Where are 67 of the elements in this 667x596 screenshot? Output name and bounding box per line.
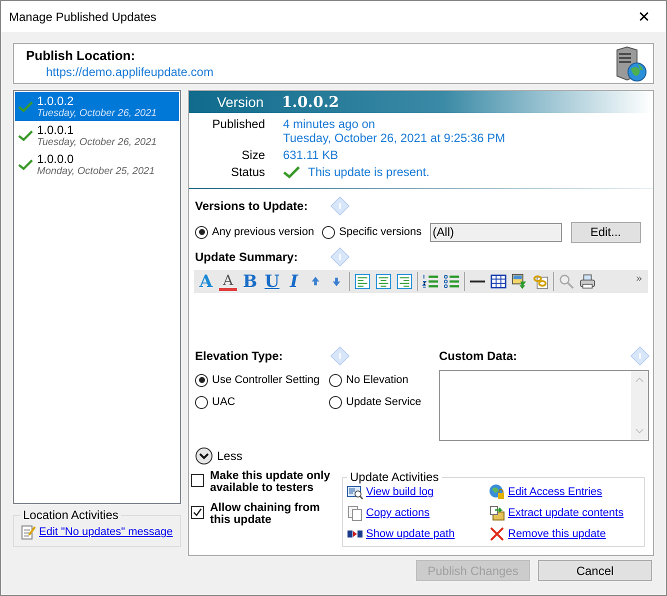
less-label[interactable]: Less [217, 449, 242, 463]
notepad-icon [20, 524, 36, 540]
location-activities-title: Location Activities [22, 508, 120, 522]
section-label: Elevation Type: [195, 349, 284, 363]
radio-option[interactable]: Update Service [329, 391, 425, 413]
align-right-icon[interactable] [396, 273, 413, 290]
activity-link[interactable]: Edit Access Entries [508, 486, 602, 498]
detail-label: Published [211, 117, 266, 133]
section-label: Update Summary: [195, 250, 299, 264]
detail-value: This update is present. [308, 165, 430, 179]
section-label: Versions to Update: [195, 199, 309, 213]
detail-label: Size [240, 148, 266, 162]
detail-value: 631.11 KB [283, 148, 338, 162]
access-icon [489, 484, 505, 500]
checkmark-icon [192, 507, 203, 518]
underline-button[interactable]: U [263, 272, 281, 290]
radio-option[interactable]: Specific versions [322, 221, 422, 243]
remove-icon [489, 526, 505, 542]
checkbox-option[interactable]: Make this update only available to testers [191, 470, 337, 494]
edit-button[interactable]: Edit... [570, 222, 641, 242]
align-center-icon[interactable] [375, 273, 392, 290]
detail-value: 4 minutes ago on [283, 117, 376, 131]
activity-link[interactable]: View build log [366, 486, 434, 498]
link-icon[interactable] [532, 273, 549, 290]
print-icon[interactable] [579, 273, 596, 290]
log-icon [347, 484, 363, 500]
activity-link[interactable]: Remove this update [508, 528, 606, 540]
font-color-button[interactable]: A [219, 272, 237, 290]
version-list-item[interactable]: 1.0.0.2 Tuesday, October 26, 2021 [15, 92, 179, 121]
close-button[interactable]: ✕ [622, 2, 666, 32]
bullet-list-icon[interactable] [443, 273, 460, 290]
radio-option[interactable]: UAC [195, 391, 321, 413]
versions-field[interactable]: (All) [430, 222, 562, 242]
version-number: 1.0.0.2 [282, 93, 340, 111]
bold-button[interactable]: B [241, 272, 259, 290]
update-activities-title: Update Activities [349, 470, 440, 484]
detail-label: Status [230, 165, 266, 179]
dialog-button[interactable]: Cancel [538, 560, 652, 581]
more-button[interactable]: » [634, 270, 644, 288]
edit-message-link[interactable]: Edit "No updates" message [39, 526, 173, 538]
activity-link[interactable]: Show update path [366, 528, 455, 540]
activity-link[interactable]: Extract update contents [508, 507, 624, 519]
window-title: Manage Published Updates [9, 10, 156, 24]
collapse-toggle-icon[interactable] [195, 447, 213, 465]
check-icon [18, 158, 33, 170]
check-icon [18, 100, 33, 112]
radio-option[interactable]: No Elevation [329, 369, 425, 391]
align-left-icon[interactable] [354, 273, 371, 290]
publish-location-label: Publish Location: [26, 48, 136, 63]
image-icon[interactable] [511, 273, 528, 290]
italic-button[interactable]: I [285, 272, 303, 290]
publish-location-url: https://demo.applifeupdate.com [45, 65, 214, 79]
numbered-list-icon[interactable] [422, 273, 439, 290]
version-list-item[interactable]: 1.0.0.1 Tuesday, October 26, 2021 [15, 121, 179, 150]
table-icon[interactable] [490, 273, 507, 290]
radio-option[interactable]: Any previous version [195, 221, 314, 243]
check-icon [18, 130, 33, 142]
version-label: Version [217, 94, 264, 110]
section-label: Custom Data: [439, 349, 518, 363]
activity-link[interactable]: Copy actions [366, 507, 430, 519]
extract-icon [489, 505, 505, 521]
radio-option[interactable]: Use Controller Setting [195, 369, 321, 391]
copy-icon [347, 505, 363, 521]
version-list-item[interactable]: 1.0.0.0 Monday, October 25, 2021 [15, 150, 179, 179]
checkbox-option[interactable]: Allow chaining from this update [191, 502, 337, 526]
custom-data-field[interactable] [439, 370, 649, 441]
detail-value: Tuesday, October 26, 2021 at 9:25:36 PM [283, 131, 506, 145]
